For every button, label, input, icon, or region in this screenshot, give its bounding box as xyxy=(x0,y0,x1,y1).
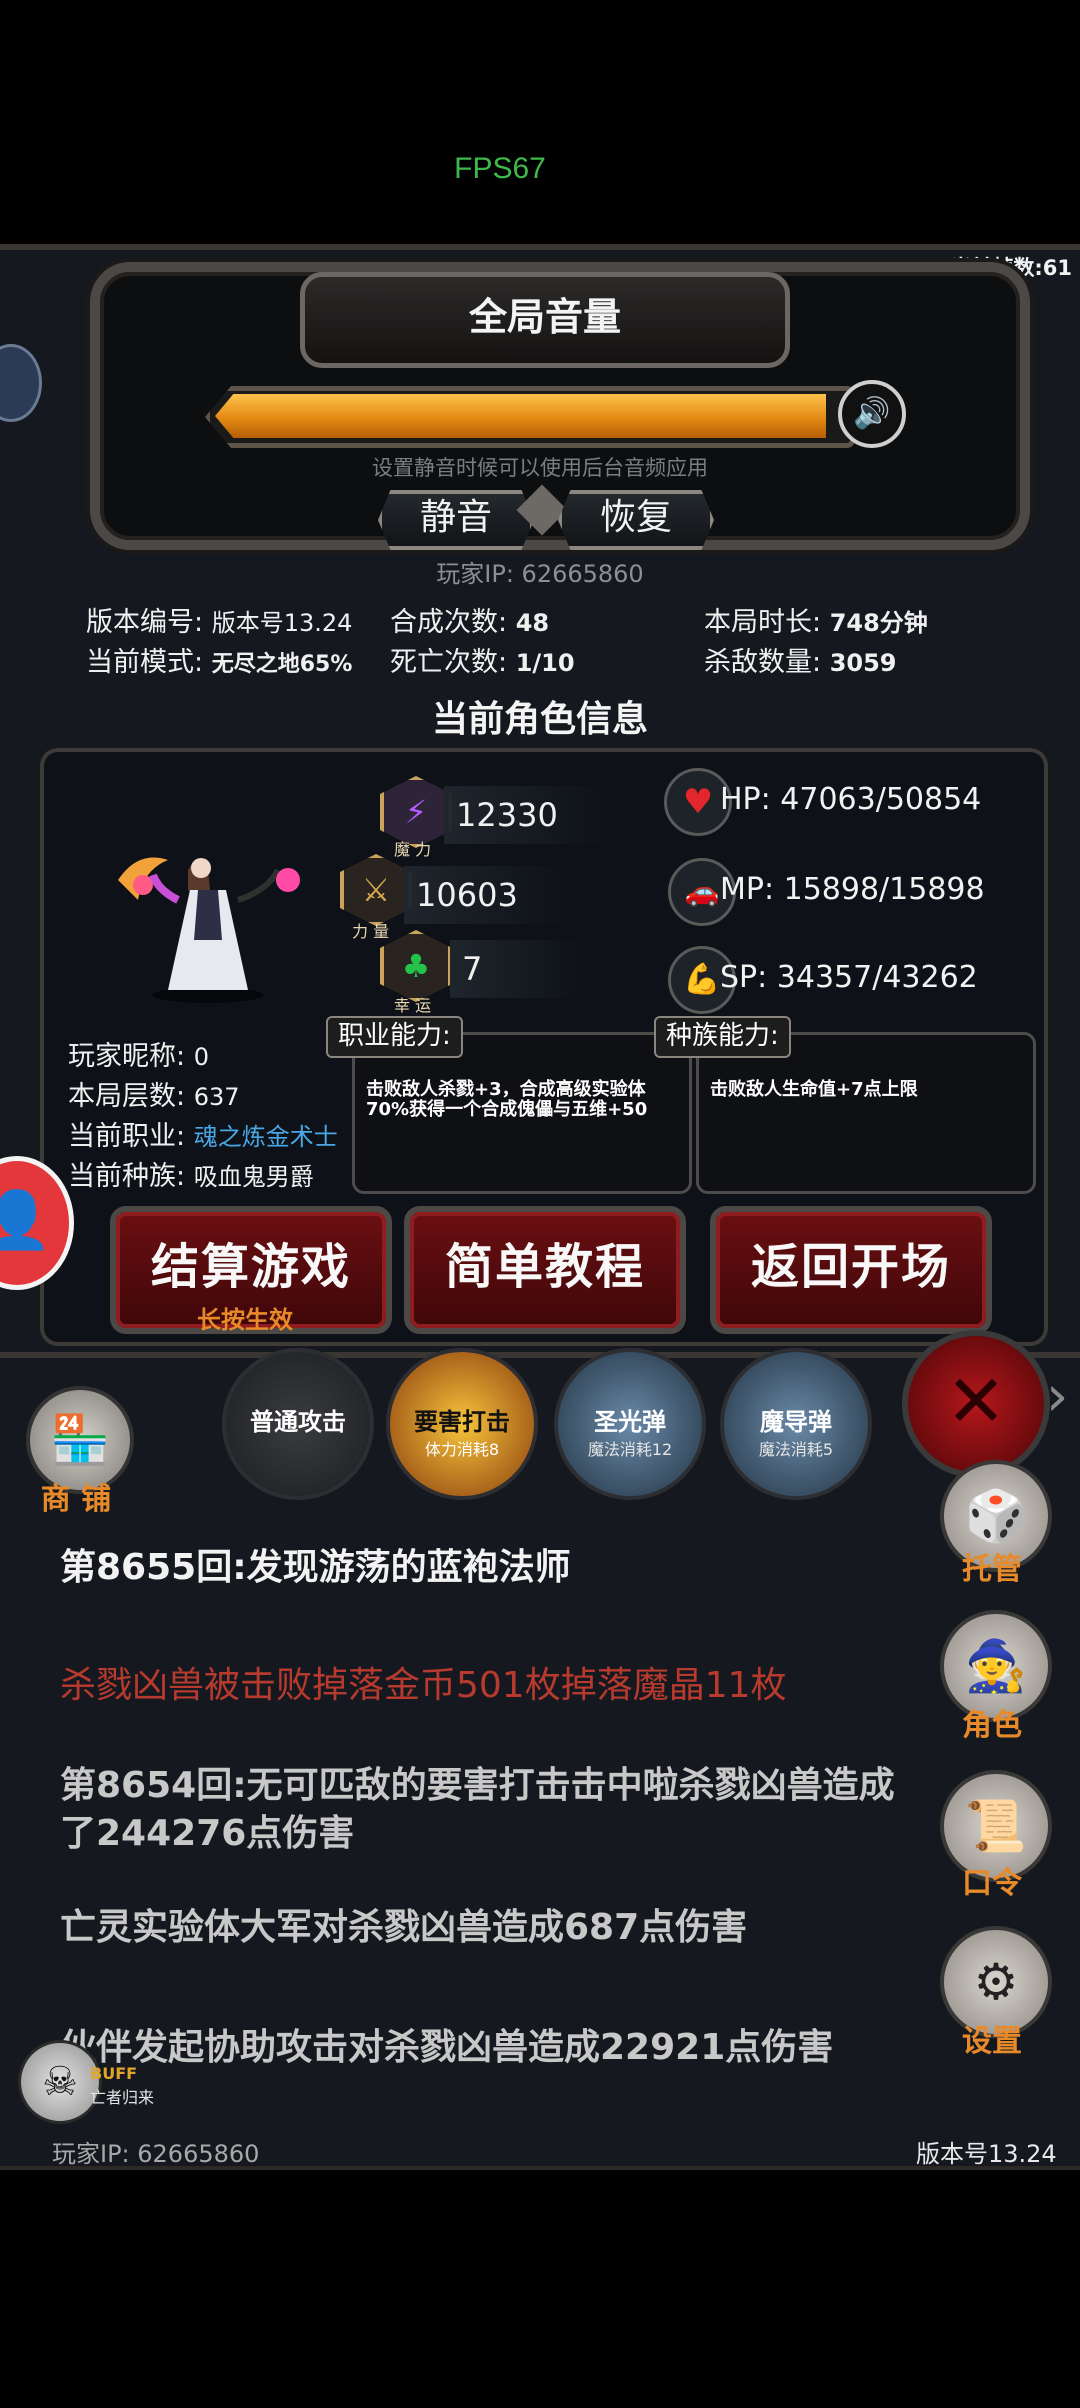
speaker-icon[interactable]: 🔊 xyxy=(838,380,906,448)
race-ability-text: 击败敌人生命值+7点上限 xyxy=(710,1079,918,1100)
stat-duration-value: 748分钟 xyxy=(829,609,928,637)
skill-name: 要害打击 xyxy=(414,1408,510,1436)
nickname-label: 玩家昵称: xyxy=(68,1041,186,1072)
volume-slider-fill[interactable] xyxy=(215,394,827,438)
log-entry: 杀戮凶兽被击败掉落金币501枚掉落魔晶11枚 xyxy=(60,1665,787,1706)
volume-hint: 设置静音时候可以使用后台音频应用 xyxy=(372,456,708,480)
skill-name: 圣光弹 xyxy=(594,1408,666,1436)
skill-name: 魔导弹 xyxy=(760,1408,832,1436)
stat-kills: 杀敌数量: 3059 xyxy=(704,640,897,679)
strength-value: 10603 xyxy=(404,866,566,924)
floor-value: 637 xyxy=(193,1083,240,1111)
stat-death-value: 1/10 xyxy=(515,649,575,677)
skill-cost: 魔法消耗12 xyxy=(587,1440,673,1459)
tutorial-button[interactable]: 简单教程 xyxy=(404,1206,686,1334)
player-ip: 玩家IP: 62665860 xyxy=(436,560,644,588)
skill-vital-strike[interactable]: 要害打击 体力消耗8 xyxy=(386,1348,538,1500)
settle-game-sublabel: 长按生效 xyxy=(197,1306,293,1334)
skill-cost: 体力消耗8 xyxy=(424,1440,500,1459)
class-row: 当前职业: 魂之炼金术士 xyxy=(68,1114,338,1153)
auto-label: 托管 xyxy=(962,1552,1022,1587)
settle-game-label: 结算游戏 xyxy=(150,1239,351,1295)
footer-player-ip: 玩家IP: 62665860 xyxy=(52,2140,260,2168)
stat-kills-label: 杀敌数量: xyxy=(704,647,822,678)
stat-death-label: 死亡次数: xyxy=(390,647,508,678)
mute-button[interactable]: 静音 xyxy=(378,490,534,550)
command-label: 口令 xyxy=(962,1866,1022,1901)
race-label: 当前种族: xyxy=(68,1161,186,1192)
class-ability-text: 击败敌人杀戮+3，合成高级实验体70%获得一个合成傀儡与五维+50 xyxy=(366,1079,648,1120)
log-entry: 第8654回:无可匹敌的要害打击击中啦杀戮凶兽造成了244276点伤害 xyxy=(60,1765,895,1854)
stat-craft-value: 48 xyxy=(515,609,550,637)
stat-craft: 合成次数: 48 xyxy=(390,600,549,639)
buff-name: 亡者归来 xyxy=(90,2088,155,2107)
skill-name: 普通攻击 xyxy=(250,1408,346,1436)
stat-death: 死亡次数: 1/10 xyxy=(390,640,575,679)
volume-title: 全局音量 xyxy=(300,272,790,368)
magic-value: 12330 xyxy=(444,786,606,844)
stat-duration-label: 本局时长: xyxy=(704,607,822,638)
race-ability-title: 种族能力: xyxy=(654,1016,791,1058)
floor-label: 本局层数: xyxy=(68,1081,186,1112)
settings-label: 设置 xyxy=(962,2024,1022,2059)
class-label: 当前职业: xyxy=(68,1121,186,1152)
luck-value: 7 xyxy=(450,940,582,998)
skill-magic-missile[interactable]: 魔导弹 魔法消耗5 xyxy=(720,1348,872,1500)
stat-craft-label: 合成次数: xyxy=(390,607,508,638)
character-sprite xyxy=(98,830,318,1010)
shop-label: 商 铺 xyxy=(40,1482,112,1517)
mp-value: MP: 15898/15898 xyxy=(720,872,985,907)
footer-version: 版本号13.24 xyxy=(916,2140,1057,2168)
log-entry: 第8655回:发现游荡的蓝袍法师 xyxy=(60,1547,571,1588)
stat-version-label: 版本编号: xyxy=(86,607,204,638)
buff-label: BUFF xyxy=(90,2064,138,2083)
stat-version: 版本编号: 版本号13.24 xyxy=(86,600,352,639)
class-value: 魂之炼金术士 xyxy=(193,1123,338,1151)
skill-normal-attack[interactable]: 普通攻击 xyxy=(222,1348,374,1500)
nickname-value: 0 xyxy=(193,1043,209,1071)
sp-value: SP: 34357/43262 xyxy=(720,960,978,995)
magic-label: 魔 力 xyxy=(394,840,432,859)
character-info-title: 当前角色信息 xyxy=(431,699,648,740)
fps-counter: FPS67 xyxy=(454,152,546,185)
race-value: 吸血鬼男爵 xyxy=(193,1163,314,1191)
stat-version-value: 版本号13.24 xyxy=(211,609,353,637)
class-ability-title: 职业能力: xyxy=(326,1016,463,1058)
skill-cost: 魔法消耗5 xyxy=(758,1440,834,1459)
stat-mode-value: 无尽之地65% xyxy=(211,652,353,677)
stat-mode-label: 当前模式: xyxy=(86,647,204,678)
skill-holy-bolt[interactable]: 圣光弹 魔法消耗12 xyxy=(554,1348,706,1500)
strength-label: 力 量 xyxy=(352,922,390,941)
race-row: 当前种族: 吸血鬼男爵 xyxy=(68,1154,314,1193)
log-entry: 亡灵实验体大军对杀戮凶兽造成687点伤害 xyxy=(60,1907,748,1948)
close-icon[interactable]: ✕ xyxy=(902,1330,1050,1478)
floor-row: 本局层数: 637 xyxy=(68,1074,240,1113)
nickname-row: 玩家昵称: 0 xyxy=(68,1034,209,1073)
stat-kills-value: 3059 xyxy=(829,649,897,677)
stat-mode: 当前模式: 无尽之地65% xyxy=(86,640,352,679)
restore-button[interactable]: 恢复 xyxy=(558,490,714,550)
chevron-right-icon[interactable]: › xyxy=(1046,1364,1068,1429)
character-label: 角色 xyxy=(962,1708,1022,1743)
hp-value: HP: 47063/50854 xyxy=(720,782,982,817)
return-button[interactable]: 返回开场 xyxy=(710,1206,992,1334)
luck-label: 幸 运 xyxy=(394,996,432,1015)
log-entry: 伙伴发起协助攻击对杀戮凶兽造成22921点伤害 xyxy=(60,2027,834,2068)
stat-duration: 本局时长: 748分钟 xyxy=(704,600,928,639)
